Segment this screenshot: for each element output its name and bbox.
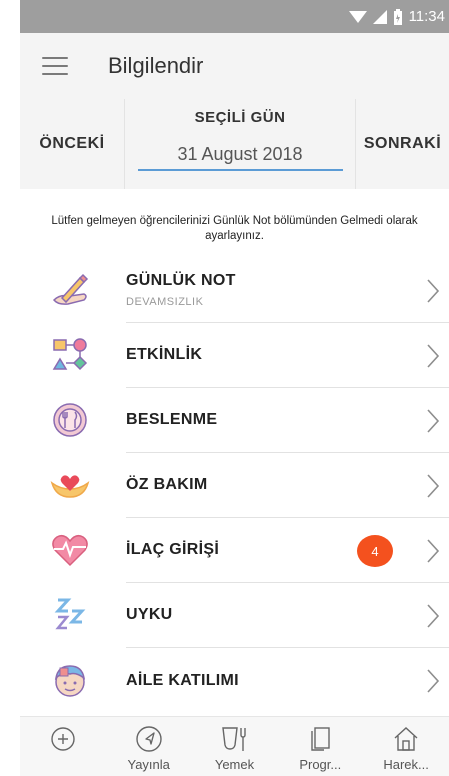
nav-add[interactable] bbox=[20, 717, 106, 776]
nav-label: Yemek bbox=[214, 757, 255, 772]
home-icon bbox=[394, 727, 418, 751]
selected-day-label: SEÇİLİ GÜN bbox=[194, 109, 286, 126]
nav-hareket[interactable]: Harek... bbox=[363, 717, 449, 776]
chevron-right-icon bbox=[427, 604, 440, 628]
list-item-oz-bakim[interactable]: ÖZ BAKIM bbox=[20, 453, 449, 518]
sleep-zzz-icon bbox=[54, 598, 86, 630]
family-face-icon bbox=[54, 665, 86, 697]
chevron-right-icon bbox=[427, 539, 440, 563]
wifi-icon bbox=[348, 10, 367, 23]
category-list: GÜNLÜK NOT DEVAMSIZLIK ETKİNLİK BESLENME bbox=[20, 258, 449, 713]
list-item-gunluk-not[interactable]: GÜNLÜK NOT DEVAMSIZLIK bbox=[20, 258, 449, 323]
notification-badge: 4 bbox=[357, 535, 393, 567]
list-item-uyku[interactable]: UYKU bbox=[20, 583, 449, 648]
status-bar: 11:34 bbox=[20, 0, 449, 33]
pencil-hand-icon bbox=[52, 273, 89, 305]
list-item-ilac-girisi[interactable]: İLAÇ GİRİŞİ 4 bbox=[20, 518, 449, 583]
menu-icon[interactable] bbox=[42, 57, 68, 75]
program-pages-icon bbox=[311, 727, 330, 751]
chevron-right-icon bbox=[427, 474, 440, 498]
date-field[interactable]: 31 August 2018 bbox=[137, 144, 343, 171]
chevron-right-icon bbox=[427, 344, 440, 368]
nav-program[interactable]: Progr... bbox=[277, 717, 363, 776]
heart-hands-icon bbox=[50, 475, 90, 498]
chevron-right-icon bbox=[427, 279, 440, 303]
plus-circle-icon bbox=[51, 727, 75, 751]
list-item-label: ETKİNLİK bbox=[126, 346, 203, 363]
signal-icon bbox=[372, 9, 387, 24]
list-item-label: ÖZ BAKIM bbox=[126, 476, 208, 493]
list-item-etkinlik[interactable]: ETKİNLİK bbox=[20, 323, 449, 388]
plate-cutlery-icon bbox=[53, 403, 87, 437]
date-selector: ÖNCEKİ SEÇİLİ GÜN 31 August 2018 SONRAKİ bbox=[20, 99, 449, 189]
bottom-navigation: Yayınla Yemek Progr... Harek... bbox=[20, 716, 449, 776]
chevron-right-icon bbox=[427, 669, 440, 693]
nav-label: Yayınla bbox=[127, 757, 170, 772]
list-item-aile-katilimi[interactable]: AİLE KATILIMI bbox=[20, 648, 449, 713]
list-item-label: UYKU bbox=[126, 606, 173, 623]
selected-day: SEÇİLİ GÜN 31 August 2018 bbox=[125, 99, 355, 189]
chevron-right-icon bbox=[427, 409, 440, 433]
list-item-sublabel: DEVAMSIZLIK bbox=[126, 296, 204, 308]
list-item-label: AİLE KATILIMI bbox=[126, 671, 239, 689]
battery-icon bbox=[393, 8, 402, 25]
next-day-button[interactable]: SONRAKİ bbox=[355, 99, 449, 189]
previous-day-button[interactable]: ÖNCEKİ bbox=[20, 99, 125, 189]
list-item-label: BESLENME bbox=[126, 411, 218, 428]
page-title: Bilgilendir bbox=[108, 53, 204, 78]
list-item-label: GÜNLÜK NOT bbox=[126, 272, 236, 289]
notice-text: Lütfen gelmeyen öğrencilerinizi Günlük N… bbox=[51, 215, 418, 242]
list-item-beslenme[interactable]: BESLENME bbox=[20, 388, 449, 453]
nav-yayinla[interactable]: Yayınla bbox=[106, 717, 192, 776]
navigation-arrow-icon bbox=[135, 726, 162, 752]
status-time: 11:34 bbox=[408, 8, 445, 25]
nav-label: Progr... bbox=[299, 757, 342, 772]
app-bar: Bilgilendir bbox=[20, 33, 449, 99]
cup-fork-icon bbox=[222, 727, 247, 751]
heartbeat-icon bbox=[52, 534, 88, 567]
nav-label: Harek... bbox=[383, 757, 429, 772]
nav-yemek[interactable]: Yemek bbox=[192, 717, 278, 776]
activity-shapes-icon bbox=[52, 338, 88, 371]
screen-edge bbox=[0, 0, 20, 776]
